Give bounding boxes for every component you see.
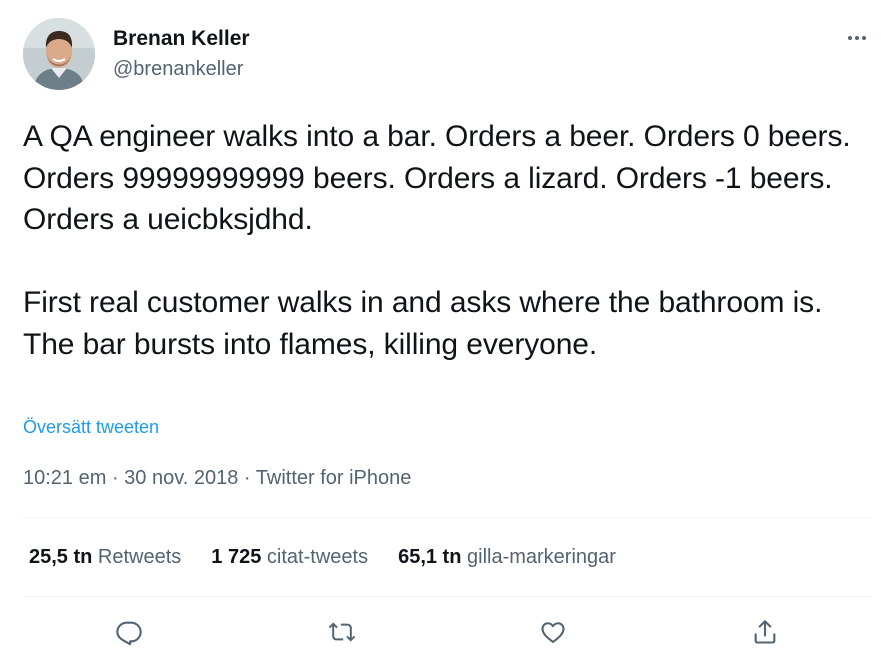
translate-tweet-link[interactable]: Översätt tweeten (23, 416, 159, 438)
retweets-label: Retweets (97, 546, 182, 568)
tweet-detail: Brenan Keller @brenankeller A QA enginee… (0, 0, 881, 664)
tweet-text: A QA engineer walks into a bar. Orders a… (23, 120, 851, 361)
more-horizontal-icon (848, 36, 866, 40)
share-icon (754, 620, 776, 644)
retweet-icon (328, 622, 356, 642)
quote-tweets-count: 1 725 (211, 546, 262, 568)
author-display-name[interactable]: Brenan Keller (113, 26, 250, 52)
retweet-button[interactable] (322, 612, 362, 652)
meta-separator: · (106, 467, 125, 489)
like-button[interactable] (533, 612, 573, 652)
heart-icon (541, 622, 565, 643)
author-info: Brenan Keller @brenankeller (113, 26, 250, 82)
avatar[interactable] (23, 18, 95, 90)
likes-stat[interactable]: 65,1 tn gilla-markeringar (398, 545, 616, 569)
reply-button[interactable] (109, 612, 149, 652)
quote-tweets-label: citat-tweets (266, 546, 369, 568)
likes-count: 65,1 tn (398, 546, 462, 568)
more-options-button[interactable] (842, 26, 872, 50)
retweets-stat[interactable]: 25,5 tn Retweets (29, 545, 181, 569)
quote-tweets-stat[interactable]: 1 725 citat-tweets (211, 545, 368, 569)
tweet-meta: 10:21 em · 30 nov. 2018 · Twitter for iP… (23, 466, 411, 490)
tweet-date[interactable]: 30 nov. 2018 (124, 467, 238, 489)
tweet-source[interactable]: Twitter for iPhone (256, 467, 412, 489)
tweet-time[interactable]: 10:21 em (23, 467, 106, 489)
reply-icon (116, 621, 142, 646)
divider (23, 596, 871, 597)
likes-label: gilla-markeringar (467, 546, 616, 568)
retweets-count: 25,5 tn (29, 546, 93, 568)
profile-photo-icon (23, 18, 95, 90)
author-handle[interactable]: @brenankeller (113, 56, 250, 82)
tweet-stats: 25,5 tn Retweets 1 725 citat-tweets 65,1… (29, 545, 616, 569)
share-button[interactable] (745, 612, 785, 652)
divider (23, 517, 871, 518)
meta-separator: · (238, 467, 256, 489)
tweet-actions (0, 612, 881, 652)
